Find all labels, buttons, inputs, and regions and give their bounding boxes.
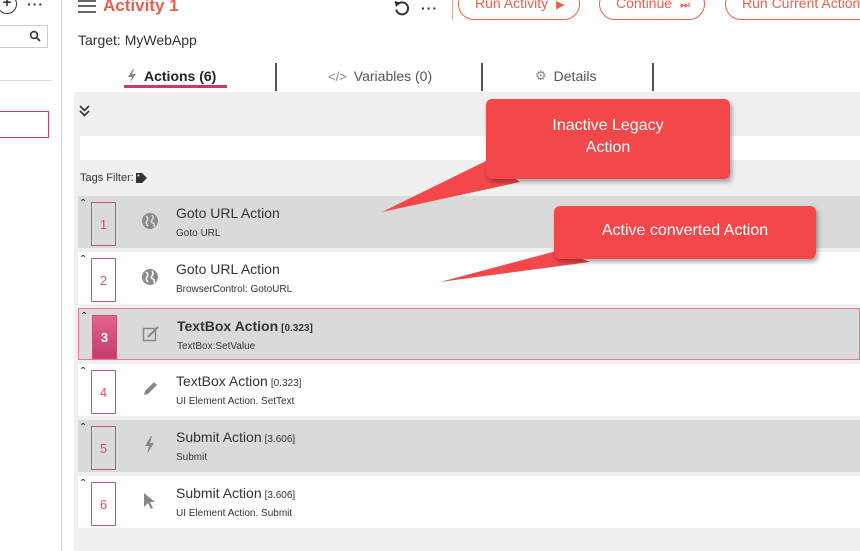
search-icon[interactable] [29,30,41,42]
action-subtitle: Submit [176,452,208,463]
action-number: 3 [92,315,117,359]
cursor-icon [144,493,155,509]
tab-actions-label: Actions (6) [144,68,217,84]
action-title: Goto URL Action [176,205,280,221]
divider [0,80,52,81]
action-timing-badge: [3.606] [264,490,296,501]
more-actions-icon[interactable]: ··· [421,0,438,16]
undo-icon[interactable] [393,0,411,17]
action-number: 5 [91,426,116,470]
continue-label: Continue [616,0,673,11]
callout-inactive-text: Inactive Legacy Action [552,117,664,156]
action-row[interactable]: ˆ 2 Goto URL Action BrowserControl: Goto… [78,252,860,304]
action-number: 6 [91,482,116,526]
run-current-action-label: Run Current Action [742,0,860,11]
bolt-icon [128,69,136,83]
code-icon: </> [328,68,347,84]
callout-active-text: Active converted Action [601,222,769,239]
action-timing-badge: [0.323] [270,378,302,389]
left-pane-toolbar: + ··· [0,0,60,14]
selected-activity-item[interactable] [0,111,49,138]
action-subtitle: TextBox:SetValue [177,341,256,352]
action-number: 2 [91,258,116,302]
action-title: TextBox Action [0.323] [177,318,313,334]
collapse-all-icon[interactable] [79,104,90,118]
globe-icon [142,269,158,285]
tab-separator [652,63,654,91]
tags-filter[interactable]: Tags Filter: [80,172,147,184]
action-row[interactable]: ˆ 4 TextBox Action [0.323] UI Element Act… [78,364,860,416]
left-pane: + ··· [0,0,62,551]
action-row[interactable]: ˆ 6 Submit Action [3.606] UI Element Acti… [78,476,860,528]
collapse-caret-icon[interactable]: ˆ [81,365,85,379]
play-icon: ▶ [556,0,565,11]
tab-separator [481,63,483,91]
collapse-caret-icon[interactable]: ˆ [81,253,85,267]
action-row[interactable]: ˆ 5 Submit Action [3.606] Submit [78,420,860,472]
action-title: Submit Action [3.606] [176,485,296,501]
action-subtitle: Goto URL [176,228,221,239]
run-activity-label: Run Activity [475,0,549,11]
add-icon[interactable]: + [0,0,17,14]
tab-variables[interactable]: </> Variables (0) [328,60,432,92]
pencil-icon [144,382,157,395]
action-subtitle: UI Element Action. SetText [176,396,295,407]
run-current-action-button[interactable]: Run Current Action [725,0,860,20]
action-title: Submit Action [3.606] [176,429,296,445]
action-row-selected[interactable]: ˆ 3 TextBox Action [0.323] TextBox:SetVal… [78,308,860,360]
run-activity-button[interactable]: Run Activity ▶ [458,0,580,20]
skip-forward-icon: ⏭ [680,0,690,11]
action-subtitle: UI Element Action. Submit [176,508,293,519]
action-title: Goto URL Action [176,261,280,277]
filter-input[interactable] [80,136,860,160]
hamburger-menu-icon[interactable] [78,0,96,13]
collapse-caret-icon[interactable]: ˆ [81,197,85,211]
continue-button[interactable]: Continue ⏭ [599,0,705,20]
action-number: 4 [91,370,116,414]
tab-details[interactable]: ⚙ Details [535,60,596,92]
callout-inactive-legacy: Inactive Legacy Action [486,99,730,179]
search-input[interactable] [0,25,48,48]
collapse-caret-icon[interactable]: ˆ [81,477,85,491]
tags-filter-label: Tags Filter: [80,172,134,184]
edit-box-icon [142,326,159,342]
header-tools: ··· [393,0,465,20]
bolt-icon [145,436,154,454]
active-tab-indicator [124,85,227,88]
more-options-icon[interactable]: ··· [27,0,44,12]
action-subtitle: BrowserControl: GotoURL [176,284,293,295]
collapse-caret-icon[interactable]: ˆ [82,310,86,324]
tag-icon[interactable] [135,173,147,183]
globe-icon [142,213,158,229]
action-title: TextBox Action [0.323] [176,373,302,389]
tab-separator [275,63,277,91]
gear-icon: ⚙ [535,68,547,83]
tab-details-label: Details [553,68,597,84]
collapse-caret-icon[interactable]: ˆ [81,421,85,435]
action-timing-badge: [0.323] [281,323,313,334]
main-pane: Activity 1 ··· Run Activity ▶ Continue ⏭ R… [63,0,860,551]
action-timing-badge: [3.606] [264,434,296,445]
actions-list-area: Tags Filter: ˆ 1 Goto URL Action Goto UR… [74,92,860,551]
activity-header: Activity 1 [78,0,179,17]
action-number: 1 [91,202,116,246]
target-label: Target: MyWebApp [78,32,197,48]
tab-variables-label: Variables (0) [353,68,433,84]
toolbar-separator [452,0,453,20]
activity-title: Activity 1 [103,0,179,15]
callout-active-converted: Active converted Action [554,206,816,259]
